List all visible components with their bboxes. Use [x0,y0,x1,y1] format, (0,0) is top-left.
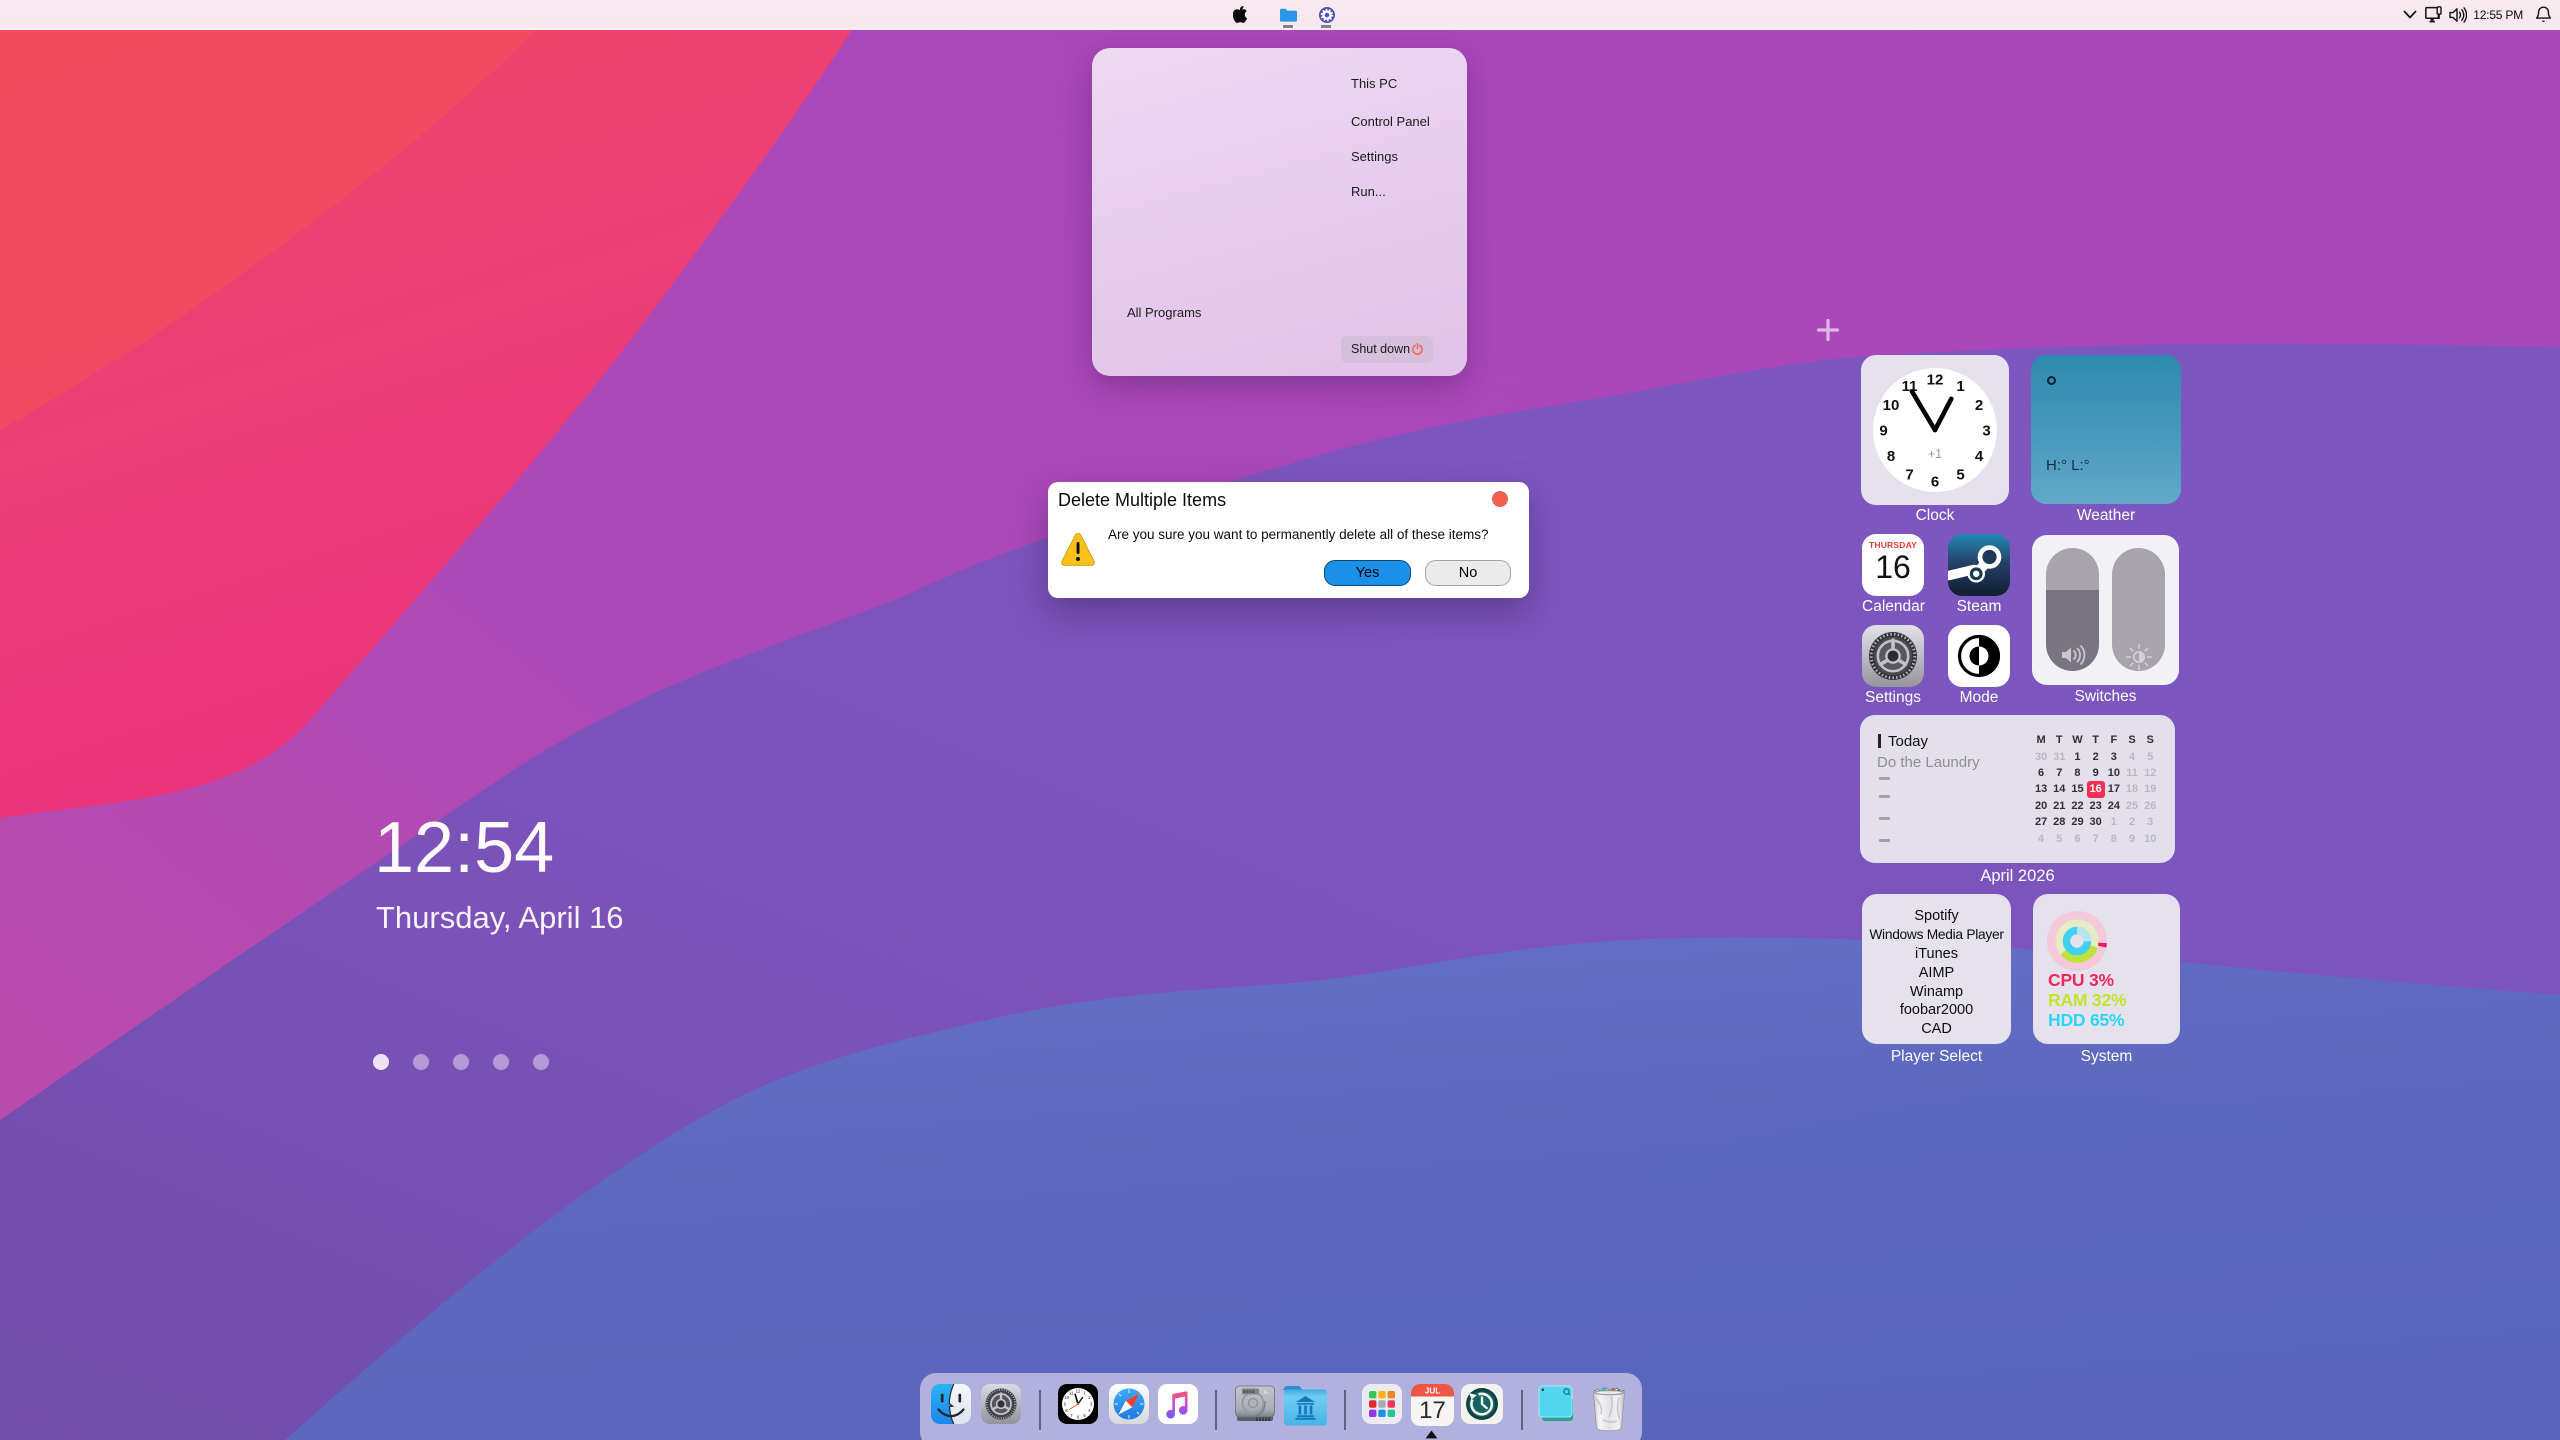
svg-text:7: 7 [1905,467,1913,484]
svg-text:5: 5 [1956,467,1964,484]
svg-text:2: 2 [1975,397,1983,414]
svg-text:1: 1 [1956,378,1964,395]
svg-text:JUL: JUL [1425,1387,1440,1396]
svg-text:4: 4 [1975,448,1984,465]
svg-text:8: 8 [1887,448,1895,465]
svg-text:12: 12 [1927,372,1944,389]
svg-text:10: 10 [1883,397,1900,414]
svg-text:17: 17 [1419,1397,1446,1424]
svg-text:+1: +1 [1928,447,1942,461]
svg-text:10: 10 [1064,1395,1069,1400]
svg-text:9: 9 [1879,423,1887,440]
svg-text:11: 11 [1069,1390,1074,1395]
svg-text:6: 6 [1931,474,1939,491]
svg-text:3: 3 [1982,423,1990,440]
svg-text:12: 12 [1076,1389,1081,1394]
